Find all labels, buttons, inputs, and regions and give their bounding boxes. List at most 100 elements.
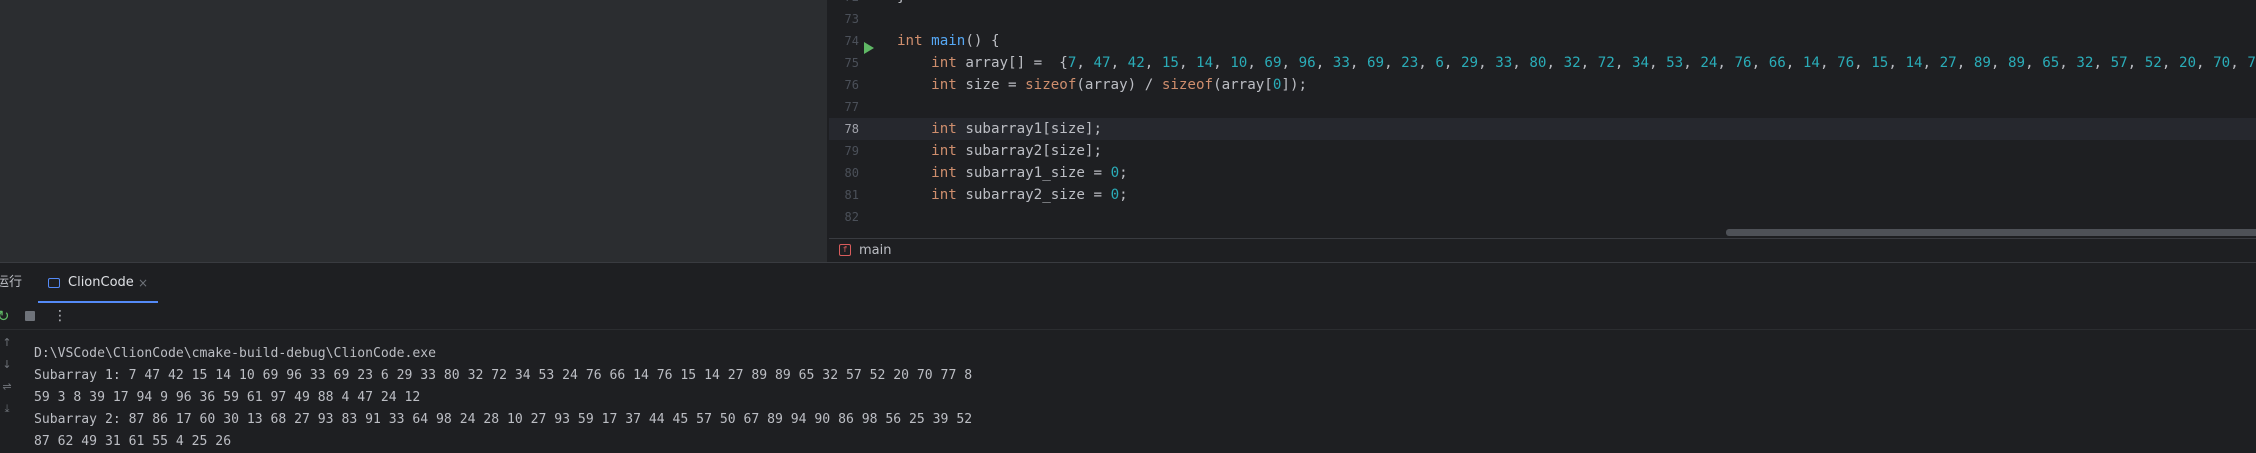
code-token: , [1683, 55, 1701, 71]
toolbar-divider [0, 329, 2256, 330]
code-line[interactable]: 80 int subarray1_size = 0; [829, 162, 2256, 184]
scroll-down-icon[interactable]: ↓ [0, 358, 14, 371]
code-token: , [2093, 55, 2111, 71]
code-token: } [897, 0, 906, 5]
code-token: size = [965, 77, 1026, 93]
project-pane [0, 0, 827, 262]
code-token: , [1956, 55, 1974, 71]
active-tab-indicator [38, 301, 158, 303]
code-token: 15 [1161, 55, 1179, 71]
code-token: , [1854, 55, 1872, 71]
code-token: , [1443, 55, 1461, 71]
code-text: int array[] = {7, 47, 42, 15, 14, 10, 69… [897, 52, 2256, 74]
code-token: int [931, 77, 966, 93]
more-options-icon[interactable]: ⋮ [53, 305, 67, 327]
code-editor[interactable]: 72}7374int main() {75 int array[] = {7, … [829, 0, 2256, 238]
code-token: , [1819, 55, 1838, 71]
code-token: 72 [1597, 55, 1615, 71]
code-token: , [1110, 55, 1128, 71]
code-token: , [1922, 55, 1940, 71]
code-token: , [1649, 55, 1667, 71]
line-number: 80 [844, 166, 859, 180]
code-token: 96 [1298, 55, 1316, 71]
code-token: 33 [1495, 55, 1513, 71]
scroll-to-end-icon[interactable]: ⤓ [0, 402, 14, 416]
close-icon[interactable]: × [138, 263, 148, 303]
code-line[interactable]: 73 [829, 8, 2256, 30]
code-token: , [1247, 55, 1265, 71]
code-token: int [931, 143, 966, 159]
code-token: 34 [1631, 55, 1650, 71]
code-token: 33 [1332, 55, 1350, 71]
code-token: , [1178, 55, 1197, 71]
code-token: 20 [2178, 55, 2197, 71]
run-toolbar: ↻ ⋮ [0, 305, 2256, 327]
code-line[interactable]: 72} [829, 0, 2256, 8]
code-token: ; [1119, 187, 1128, 203]
code-text: int subarray2_size = 0; [897, 184, 1128, 206]
function-icon: f [839, 244, 851, 256]
code-token: 0 [1110, 165, 1120, 181]
code-token: 76 [1837, 55, 1855, 71]
console-line: Subarray 2: 87 86 17 60 30 13 68 27 93 8… [34, 412, 973, 427]
code-token: 57 [2110, 55, 2128, 71]
code-line[interactable]: 82 [829, 206, 2256, 228]
code-token: , [2127, 55, 2145, 71]
code-token: , [2161, 55, 2179, 71]
code-line[interactable]: 78 int subarray1[size]; [829, 118, 2256, 140]
code-line[interactable]: 79 int subarray2[size]; [829, 140, 2256, 162]
horizontal-scrollbar[interactable] [1726, 229, 2256, 236]
code-token: 53 [1666, 55, 1684, 71]
scroll-up-icon[interactable]: ↑ [0, 336, 14, 349]
code-token: , [1614, 55, 1632, 71]
code-line[interactable]: 81 int subarray2_size = 0; [829, 184, 2256, 206]
code-token: , [1384, 55, 1402, 71]
tab-clioncode[interactable]: ClionCode × [38, 263, 158, 303]
console-output[interactable]: D:\VSCode\ClionCode\cmake-build-debug\Cl… [34, 343, 2234, 453]
code-token: main [931, 33, 966, 49]
code-line[interactable]: 76 int size = sizeof(array) / sizeof(arr… [829, 74, 2256, 96]
console-line: 87 62 49 31 61 55 4 25 26 [34, 434, 232, 449]
code-line[interactable]: 77 [829, 96, 2256, 118]
tool-window-title: 运行 [0, 275, 23, 290]
code-token: sizeof [1025, 77, 1077, 93]
run-gutter-icon[interactable] [864, 42, 874, 54]
code-text: int main() { [897, 30, 1000, 52]
code-token: 65 [2042, 55, 2060, 71]
code-token: 89 [2008, 55, 2026, 71]
code-line[interactable]: 74 int main() { [829, 30, 2256, 52]
rerun-icon[interactable]: ↻ [0, 305, 10, 327]
code-token: 76 [1734, 55, 1752, 71]
code-token: , [1478, 55, 1496, 71]
code-token: (array) / [1076, 77, 1162, 93]
code-line[interactable]: 75 int array[] = {7, 47, 42, 15, 14, 10,… [829, 52, 2256, 74]
tab-label: ClionCode [68, 275, 134, 290]
breadcrumb-item-main[interactable]: main [859, 239, 891, 263]
code-token: , [2059, 55, 2077, 71]
code-token: (array[ [1213, 77, 1273, 93]
code-token: 10 [1230, 55, 1248, 71]
code-token: 6 [1435, 55, 1444, 71]
code-token: ]); [1281, 77, 1308, 93]
code-token: 47 [1093, 55, 1111, 71]
code-token: 15 [1871, 55, 1889, 71]
code-token: 69 [1366, 55, 1385, 71]
code-token: 66 [1768, 55, 1786, 71]
code-token: , [1418, 55, 1436, 71]
stop-icon[interactable] [25, 311, 35, 321]
code-token: subarray1_size = [965, 165, 1111, 181]
code-token: , [1717, 55, 1735, 71]
code-token: ; [1119, 165, 1128, 181]
code-token: subarray2[size]; [965, 143, 1103, 159]
soft-wrap-icon[interactable]: ⇌ [0, 380, 14, 393]
code-token: 14 [1905, 55, 1923, 71]
code-token: , [2196, 55, 2214, 71]
code-token: , [1785, 55, 1803, 71]
console-line: 59 3 8 39 17 94 9 96 36 59 61 97 49 88 4… [34, 390, 421, 405]
code-token: , [1349, 55, 1367, 71]
code-token: 27 [1939, 55, 1957, 71]
